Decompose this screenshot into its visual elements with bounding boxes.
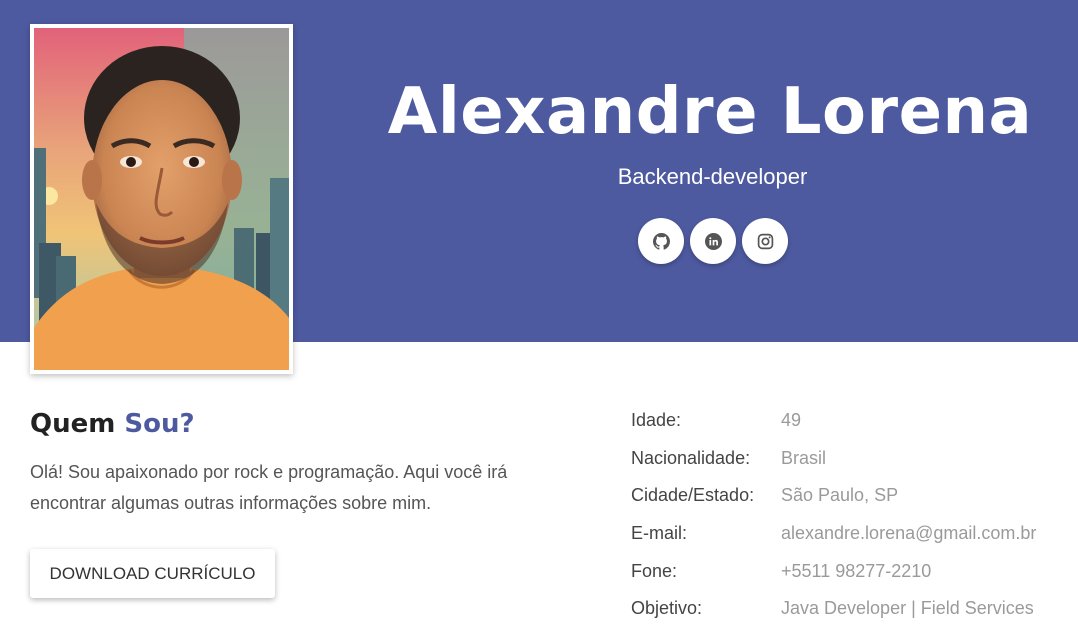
info-row-nationality: Nacionalidade: Brasil [631,440,1071,478]
info-label: Idade: [631,410,682,431]
info-value: +5511 98277-2210 [781,560,932,581]
info-row-goal: Objetivo: Java Developer | Field Service… [631,590,1071,628]
info-value: Java Developer | Field Services [781,598,1034,619]
instagram-icon [757,233,773,249]
github-link[interactable] [638,218,684,264]
personal-info-list: Idade: 49 Nacionalidade: Brasil Cidade/E… [631,402,1071,628]
info-label: E-mail: [631,523,688,544]
linkedin-link[interactable] [690,218,736,264]
info-row-email: E-mail: alexandre.lorena@gmail.com.br [631,515,1071,553]
info-label: Nacionalidade: [631,447,751,468]
info-label: Cidade/Estado: [631,485,755,506]
about-title: Quem Sou? [30,404,195,444]
info-value: alexandre.lorena@gmail.com.br [781,523,1037,544]
instagram-link[interactable] [742,218,788,264]
info-value: São Paulo, SP [781,485,899,506]
profile-role: Backend-developer [617,164,808,189]
info-value: Brasil [781,447,827,468]
about-title-start: Quem [30,409,116,439]
github-icon [652,232,670,250]
info-label: Fone: [631,560,678,581]
avatar-illustration [34,28,289,370]
info-label: Objetivo: [631,598,703,619]
info-value: 49 [781,410,802,431]
info-row-age: Idade: 49 [631,402,1071,440]
about-title-accent: Sou? [124,409,195,439]
download-resume-button[interactable]: Download Currículo [30,549,275,598]
profile-photo [30,24,293,374]
social-links [638,218,788,264]
profile-name: Alexandre Lorena [387,75,1033,149]
about-text: Olá! Sou apaixonado por rock e programaç… [30,462,508,513]
linkedin-icon [704,232,722,250]
info-row-phone: Fone: +5511 98277-2210 [631,552,1071,590]
info-row-city: Cidade/Estado: São Paulo, SP [631,477,1071,515]
